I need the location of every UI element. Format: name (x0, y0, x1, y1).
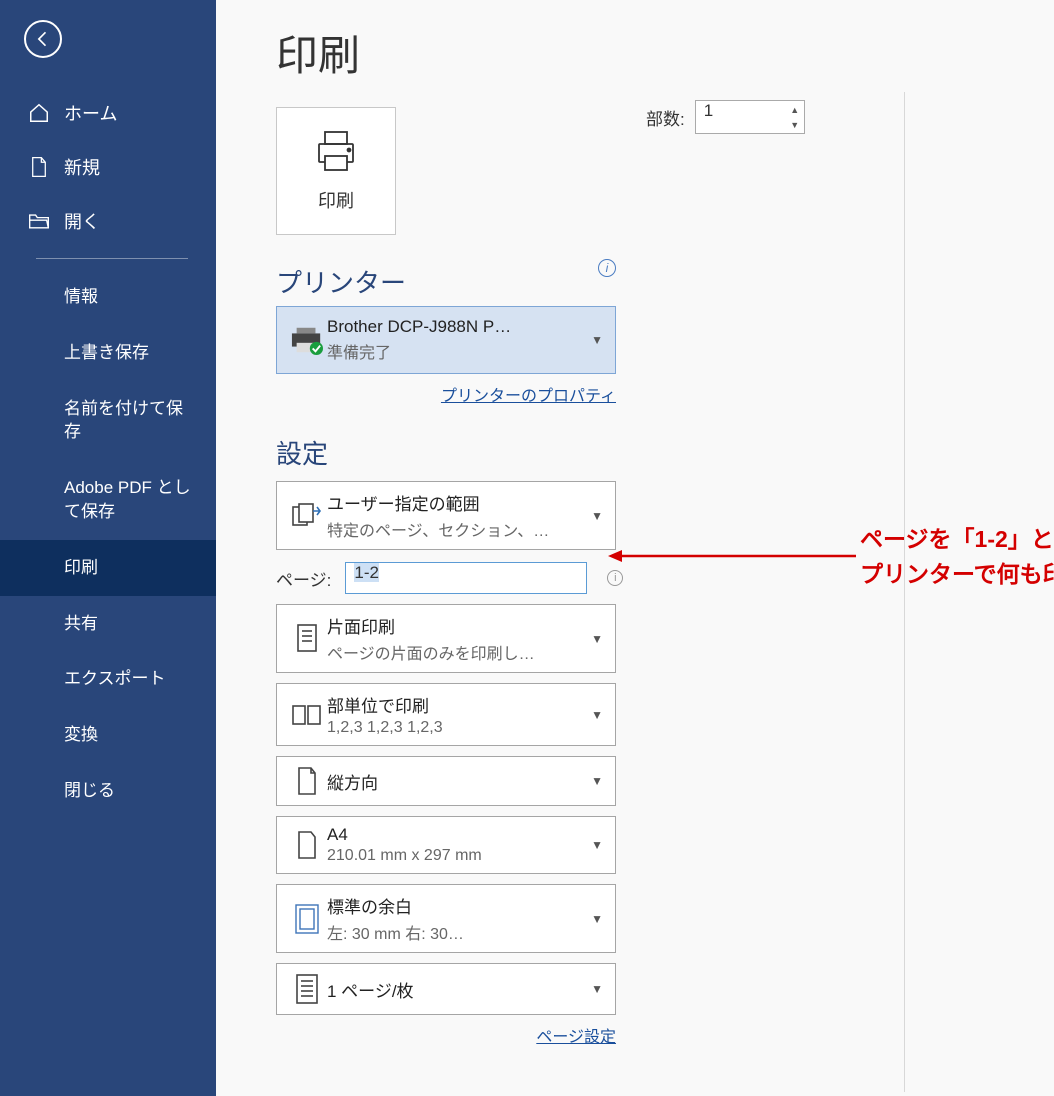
sides-sub: ページの片面のみを印刷し… (327, 640, 605, 664)
chevron-down-icon: ▼ (591, 838, 603, 852)
page-setup-link[interactable]: ページ設定 (276, 1023, 616, 1047)
nav-close[interactable]: 閉じる (0, 763, 216, 819)
sides-dropdown[interactable]: 片面印刷 ページの片面のみを印刷し… ▼ (276, 604, 616, 673)
document-icon (28, 156, 50, 178)
pages-range-icon (287, 501, 327, 531)
one-per-sheet-icon (287, 972, 327, 1006)
chevron-down-icon: ▼ (591, 912, 603, 926)
info-icon[interactable]: i (598, 259, 616, 277)
preview-divider (904, 92, 905, 1092)
spinner-up-icon[interactable]: ▲ (788, 102, 802, 117)
margins-title: 標準の余白 (327, 893, 605, 918)
info-icon[interactable]: i (607, 570, 623, 586)
perpage-title: 1 ページ/枚 (327, 977, 605, 1002)
margins-sub: 左: 30 mm 右: 30… (327, 920, 605, 944)
chevron-down-icon: ▼ (591, 982, 603, 996)
pages-input[interactable]: 1-2 (345, 562, 587, 594)
nav-divider (36, 258, 188, 259)
orientation-dropdown[interactable]: 縦方向 ▼ (276, 756, 616, 806)
nav-label: ホーム (64, 100, 117, 126)
folder-open-icon (28, 210, 50, 232)
print-range-dropdown[interactable]: ユーザー指定の範囲 特定のページ、セクション、… ▼ (276, 481, 616, 550)
single-side-icon (287, 622, 327, 656)
copies-label: 部数: (646, 105, 685, 130)
nav-open[interactable]: 開く (0, 194, 216, 248)
nav-export[interactable]: エクスポート (0, 651, 216, 707)
margins-dropdown[interactable]: 標準の余白 左: 30 mm 右: 30… ▼ (276, 884, 616, 953)
copies-row: 部数: 1 ▲ ▼ (646, 100, 805, 134)
sides-title: 片面印刷 (327, 613, 605, 638)
back-button[interactable] (24, 20, 62, 58)
nav-transform[interactable]: 変換 (0, 707, 216, 763)
printer-icon (311, 130, 361, 177)
arrow-left-icon (33, 29, 53, 49)
paper-size-icon (287, 829, 327, 861)
printer-status: 準備完了 (327, 339, 605, 363)
collate-sub: 1,2,3 1,2,3 1,2,3 (327, 719, 605, 737)
collate-dropdown[interactable]: 部単位で印刷 1,2,3 1,2,3 1,2,3 ▼ (276, 683, 616, 746)
main-panel: 印刷 印刷 部数: 1 ▲ ▼ プリンター i (216, 0, 1054, 1096)
margins-icon (287, 902, 327, 936)
spinner-down-icon[interactable]: ▼ (788, 117, 802, 132)
orientation-title: 縦方向 (327, 769, 605, 794)
printer-properties-link[interactable]: プリンターのプロパティ (276, 382, 616, 406)
nav-home[interactable]: ホーム (0, 86, 216, 140)
chevron-down-icon: ▼ (591, 333, 603, 347)
chevron-down-icon: ▼ (591, 509, 603, 523)
nav-new[interactable]: 新規 (0, 140, 216, 194)
annotation-text: ページを「1-2」と指定しても プリンターで何も印刷されない (860, 522, 1054, 591)
chevron-down-icon: ▼ (591, 708, 603, 722)
collate-title: 部単位で印刷 (327, 692, 605, 717)
nav-save[interactable]: 上書き保存 (0, 325, 216, 381)
chevron-down-icon: ▼ (591, 774, 603, 788)
nav-label: 開く (64, 208, 100, 234)
copies-spinner[interactable]: ▲ ▼ (788, 102, 802, 132)
nav-saveas[interactable]: 名前を付けて保存 (0, 381, 216, 461)
nav-print[interactable]: 印刷 (0, 540, 216, 596)
print-button-label: 印刷 (318, 187, 354, 213)
paper-title: A4 (327, 825, 605, 845)
pages-label: ページ: (276, 566, 331, 591)
pages-per-sheet-dropdown[interactable]: 1 ページ/枚 ▼ (276, 963, 616, 1015)
nav-share[interactable]: 共有 (0, 596, 216, 652)
nav-pdfsave[interactable]: Adobe PDF として保存 (0, 460, 216, 540)
copies-value: 1 (704, 101, 713, 120)
sidebar: ホーム 新規 開く 情報 上書き保存 名前を付けて保存 Adobe PDF とし… (0, 0, 216, 1096)
page-title: 印刷 (276, 0, 1054, 107)
chevron-down-icon: ▼ (591, 632, 603, 646)
range-sub: 特定のページ、セクション、… (327, 517, 605, 541)
portrait-icon (287, 765, 327, 797)
paper-sub: 210.01 mm x 297 mm (327, 847, 605, 865)
home-icon (28, 102, 50, 124)
printer-dropdown[interactable]: Brother DCP-J988N P… 準備完了 ▼ (276, 306, 616, 374)
print-button[interactable]: 印刷 (276, 107, 396, 235)
settings-section-header: 設定 (276, 434, 1054, 471)
pages-value: 1-2 (354, 563, 379, 582)
copies-input[interactable]: 1 ▲ ▼ (695, 100, 805, 134)
range-title: ユーザー指定の範囲 (327, 490, 605, 515)
printer-ready-icon (287, 324, 327, 356)
nav-info[interactable]: 情報 (0, 269, 216, 325)
nav-label: 新規 (64, 154, 100, 180)
collate-icon (287, 702, 327, 728)
paper-dropdown[interactable]: A4 210.01 mm x 297 mm ▼ (276, 816, 616, 874)
printer-section-header: プリンター (276, 263, 598, 300)
printer-name: Brother DCP-J988N P… (327, 317, 605, 337)
